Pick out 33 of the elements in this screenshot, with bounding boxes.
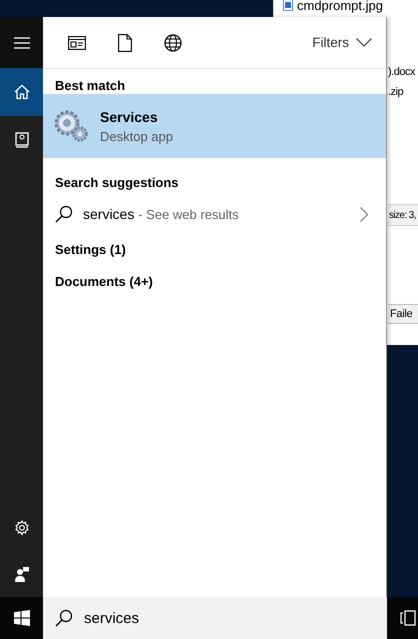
section-heading: Best match: [54, 77, 126, 94]
result-title: Services: [100, 108, 159, 124]
chevron-down-icon: [356, 38, 372, 47]
notebook-icon: [14, 132, 28, 148]
search-result[interactable]: Services Desktop app: [43, 94, 386, 158]
result-subtitle: Desktop app: [100, 128, 173, 144]
menu-button[interactable]: [0, 17, 43, 68]
search-icon: [55, 609, 73, 627]
suggestion-text: services - See web results: [83, 206, 239, 222]
result-group[interactable]: Documents (4+): [43, 266, 386, 298]
home-icon: [14, 84, 30, 100]
web-suggestion[interactable]: services - See web results: [43, 194, 386, 234]
gears-icon: [54, 110, 88, 142]
document-icon: [118, 34, 132, 52]
file-name[interactable]: cmdprompt.jpg: [297, 0, 383, 12]
status-text: size: 3,: [389, 210, 416, 220]
filters-button[interactable]: Filters: [312, 26, 372, 58]
search-field[interactable]: services: [43, 597, 387, 639]
file-name[interactable]: ).docx: [388, 64, 418, 80]
home-button[interactable]: [0, 68, 43, 116]
search-icon: [55, 205, 73, 223]
globe-icon: [164, 34, 182, 52]
app-window-icon: [68, 36, 86, 50]
file-name[interactable]: .zip: [388, 84, 418, 100]
section-heading: Search suggestions: [54, 174, 180, 192]
windows-logo-icon: [14, 610, 30, 626]
menu-icon: [14, 36, 30, 48]
chevron-right-icon: [360, 206, 368, 222]
column-header[interactable]: Faile: [388, 304, 418, 324]
result-group[interactable]: Settings (1): [43, 234, 386, 266]
task-view-icon: [400, 610, 416, 626]
settings-icon: [14, 520, 30, 536]
feedback-person-icon: [14, 566, 30, 582]
